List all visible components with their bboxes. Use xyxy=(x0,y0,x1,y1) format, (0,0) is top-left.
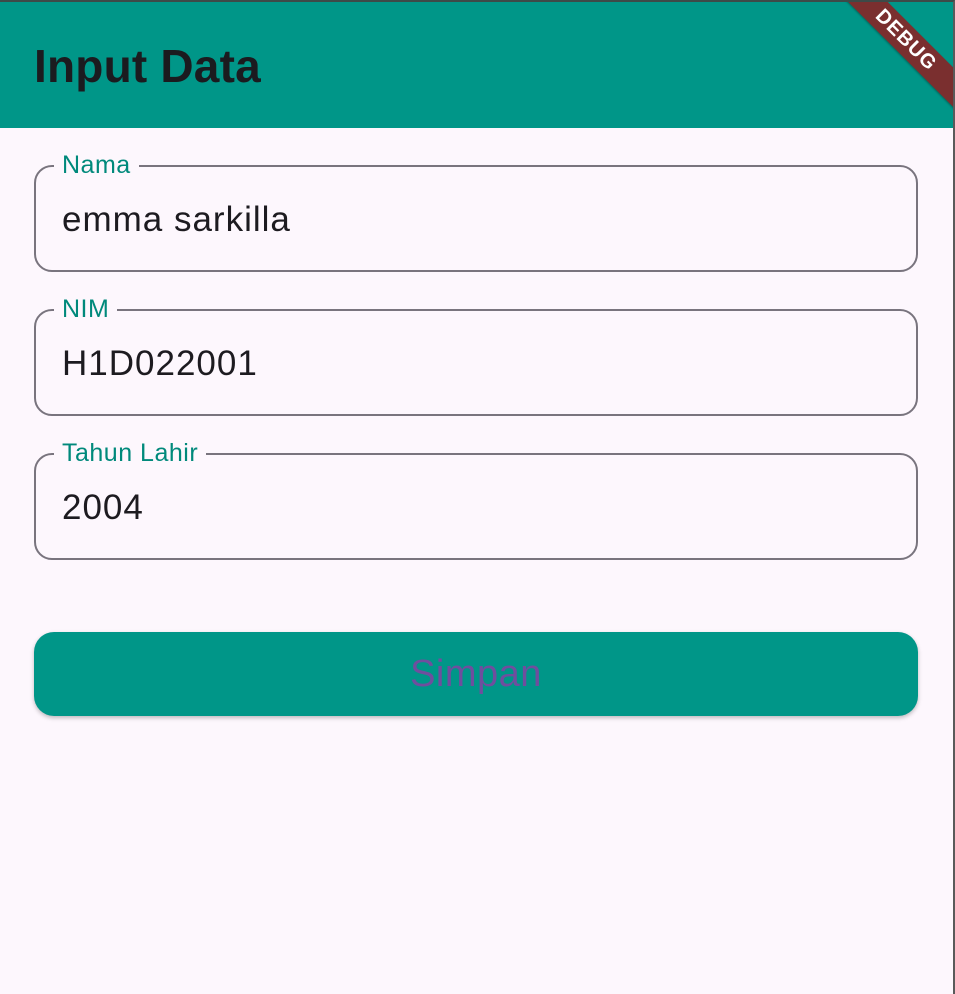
page-title: Input Data xyxy=(34,40,261,92)
nama-field[interactable]: Nama xyxy=(34,151,918,272)
app-screen: Input Data DEBUG Nama NIM Tahun Lahir Si… xyxy=(0,0,955,994)
app-bar: Input Data xyxy=(0,2,953,128)
tahun-lahir-field-label: Tahun Lahir xyxy=(54,439,207,467)
nim-input[interactable] xyxy=(62,341,882,387)
tahun-lahir-input[interactable] xyxy=(62,485,882,531)
nim-field-label: NIM xyxy=(54,295,118,323)
tahun-lahir-field[interactable]: Tahun Lahir xyxy=(34,439,918,560)
nama-field-label: Nama xyxy=(54,151,139,179)
simpan-button[interactable]: Simpan xyxy=(34,632,918,716)
nama-input[interactable] xyxy=(62,197,882,243)
nim-field[interactable]: NIM xyxy=(34,295,918,416)
